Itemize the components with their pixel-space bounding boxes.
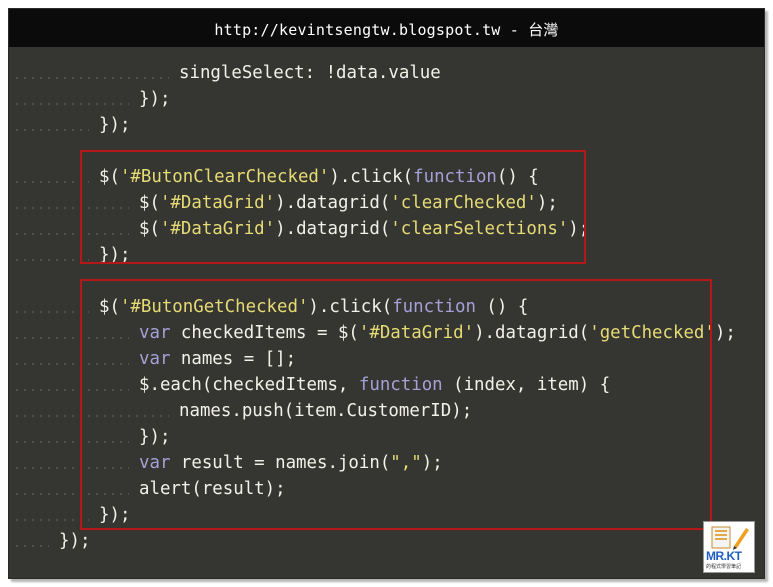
indent-guide-dots [13,77,169,79]
code-token: ); [714,323,736,343]
code-token: }); [139,89,171,109]
code-line: singleSelect: !data.value [9,60,764,86]
indent-guide-dots [13,181,89,183]
indent-guide-dots [13,311,89,313]
code-token: }); [99,115,131,135]
code-line: }); [9,86,764,112]
screenshot-frame: http://kevintsengtw.blogspot.tw - 台灣 sin… [8,8,765,579]
notebook-pencil-icon [711,526,749,550]
indent-guide-dots [13,129,89,131]
url-banner: http://kevintsengtw.blogspot.tw - 台灣 [9,9,764,47]
mrkt-logo: MR.KT 的程式學習筆記 [703,521,755,573]
code-token: singleSelect: !data.value [179,63,441,83]
code-line: }); [9,528,764,554]
indent-guide-dots [13,519,89,521]
highlight-box-clear-checked [80,150,586,264]
logo-brand-text: MR.KT [706,549,742,563]
code-token: }); [59,531,91,551]
indent-guide-dots [13,545,49,547]
logo-tagline: 的程式學習筆記 [706,564,742,570]
indent-guide-dots [13,259,89,261]
code-line: }); [9,112,764,138]
highlight-box-get-checked [80,279,712,530]
indent-guide-dots [13,103,129,105]
